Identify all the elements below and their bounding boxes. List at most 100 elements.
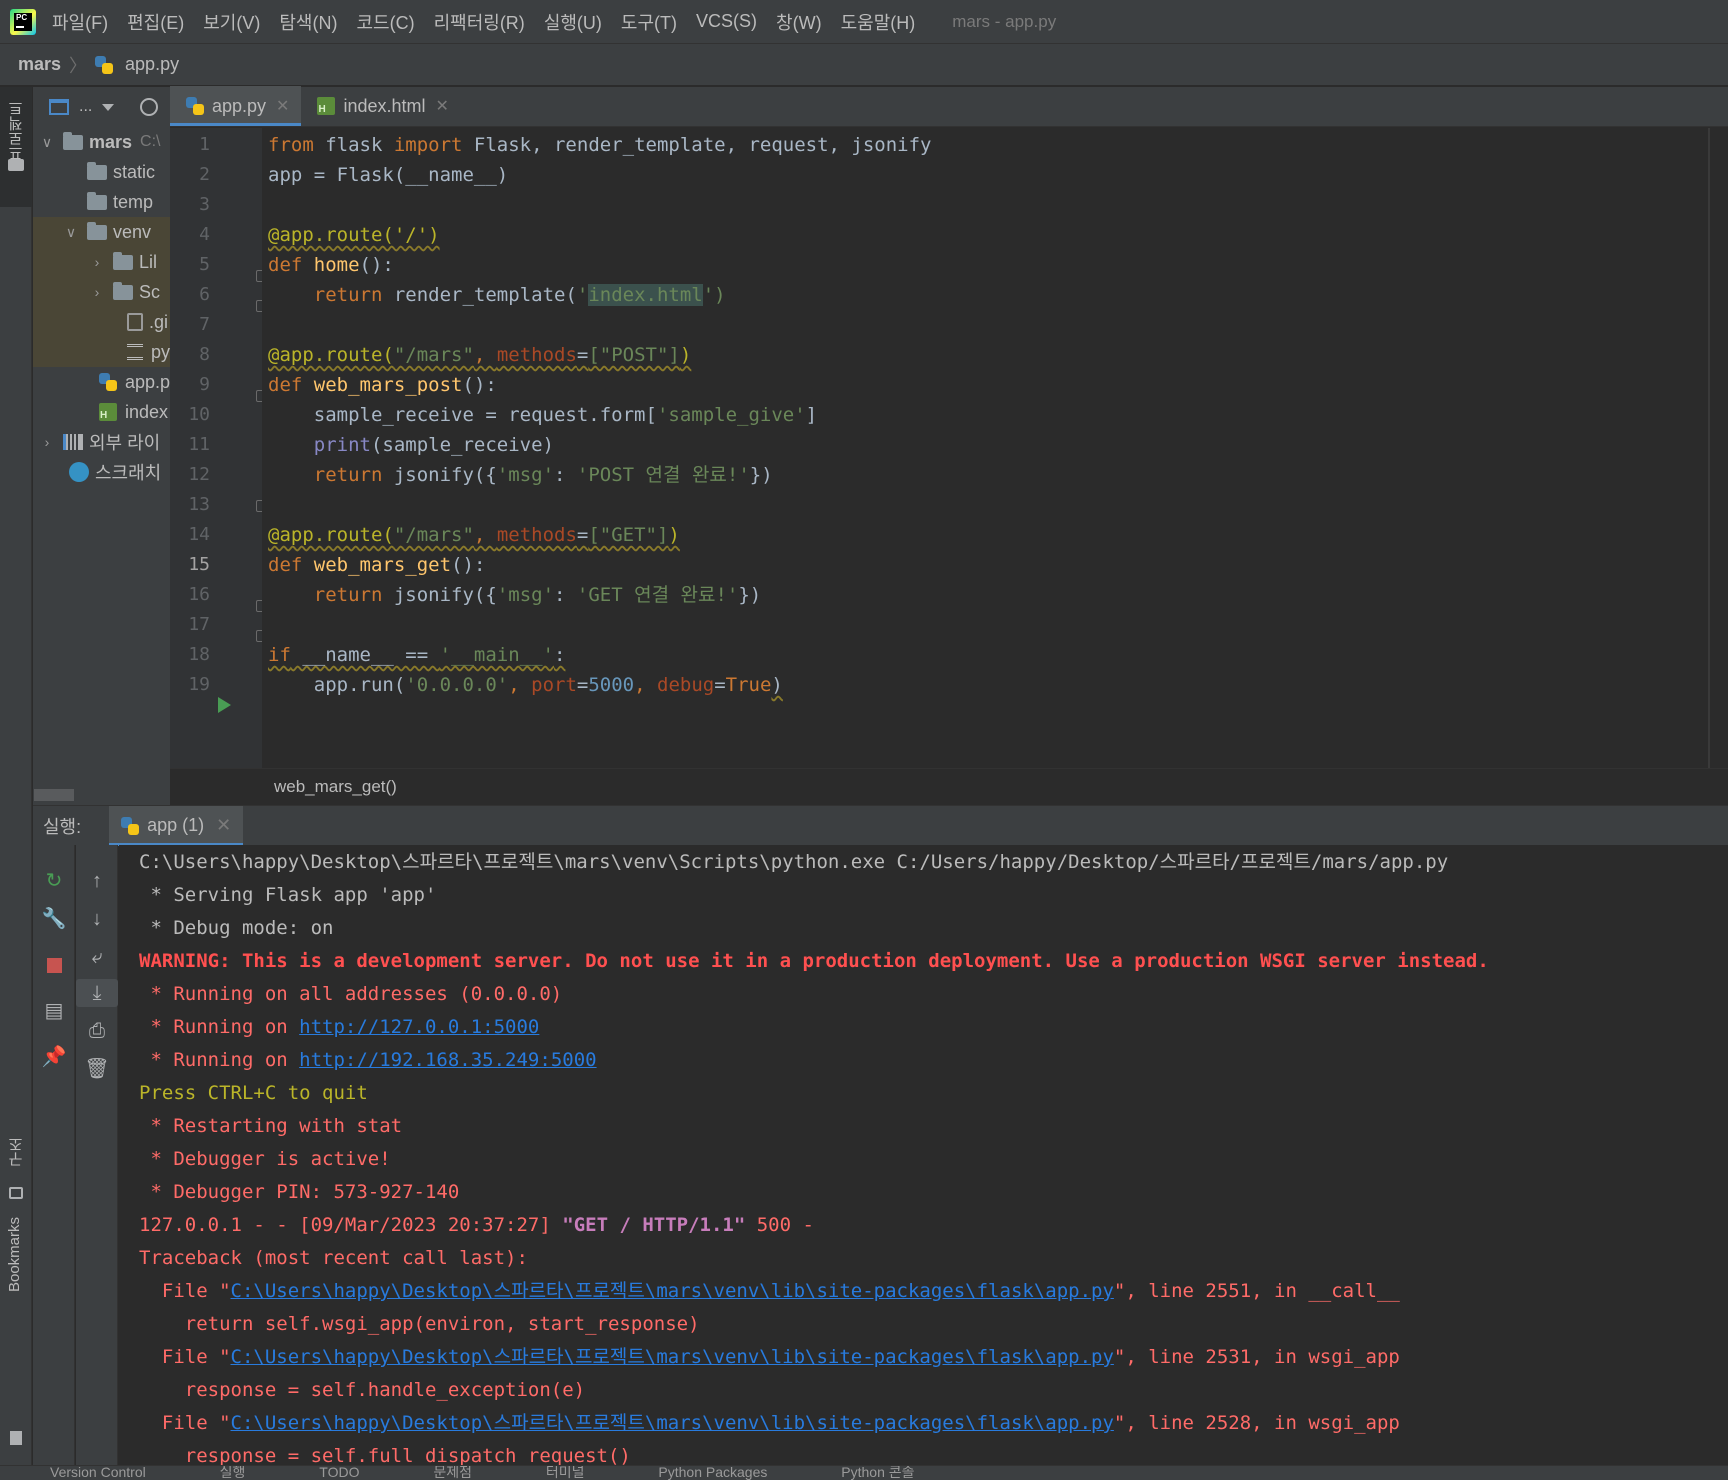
project-view-icon[interactable] xyxy=(49,99,69,115)
tree-item-pyvenv[interactable]: py xyxy=(33,337,170,367)
chevron-down-icon[interactable] xyxy=(102,103,115,111)
structure-icon xyxy=(9,1187,23,1199)
close-icon[interactable]: ✕ xyxy=(216,815,231,836)
pycharm-logo-icon[interactable]: PC xyxy=(10,8,36,35)
tree-item-lib[interactable]: › Lil xyxy=(33,247,170,277)
menu-vcs[interactable]: VCS(S) xyxy=(696,11,757,32)
pin-icon[interactable]: 📌 xyxy=(33,1043,75,1071)
tree-item-venv[interactable]: ∨ venv xyxy=(33,217,170,247)
menu-refactor[interactable]: 리팩터링(R) xyxy=(434,9,525,35)
token: 'msg' xyxy=(496,584,555,606)
stop-icon[interactable] xyxy=(33,951,75,979)
traceback-file-link[interactable]: C:\Users\happy\Desktop\스파르타\프로젝트\mars\ve… xyxy=(231,1412,1114,1434)
menu-edit[interactable]: 편집(E) xyxy=(127,9,184,35)
token: : xyxy=(554,464,577,486)
editor-breadcrumb[interactable]: web_mars_get() xyxy=(170,768,1728,804)
traceback-file-link[interactable]: C:\Users\happy\Desktop\스파르타\프로젝트\mars\ve… xyxy=(231,1346,1114,1368)
close-icon[interactable]: ✕ xyxy=(276,96,289,116)
tree-item-scratches[interactable]: 스크래치 xyxy=(69,457,161,487)
rerun-icon[interactable]: ↻ xyxy=(33,867,75,895)
menu-window[interactable]: 창(W) xyxy=(776,9,822,35)
menu-file[interactable]: 파일(F) xyxy=(52,9,108,35)
locate-target-icon[interactable] xyxy=(140,98,159,116)
tool-window-problems[interactable]: 문제점 xyxy=(433,1466,472,1480)
console-text: * Running on xyxy=(139,1016,300,1038)
menu-run[interactable]: 실행(U) xyxy=(544,9,602,35)
close-icon[interactable]: ✕ xyxy=(436,96,449,116)
token: @app.route('/') xyxy=(268,224,440,246)
console-line: File "C:\Users\happy\Desktop\스파르타\프로젝트\m… xyxy=(139,1407,1400,1440)
menu-help[interactable]: 도움말(H) xyxy=(841,9,916,35)
run-tab-label: app (1) xyxy=(147,815,205,835)
run-panel-title: 실행: xyxy=(43,816,82,837)
arrow-up-icon[interactable]: ↑ xyxy=(76,867,118,895)
code-editor[interactable]: from flask import Flask, render_template… xyxy=(262,128,1710,768)
console-link[interactable]: http://192.168.35.249:5000 xyxy=(299,1049,596,1071)
tree-item-static[interactable]: static xyxy=(87,157,155,187)
structure-tool-label[interactable]: 구조 xyxy=(6,1137,27,1167)
tree-item-gitignore[interactable]: .gi xyxy=(33,307,170,337)
tree-item-mars[interactable]: ∨ mars C:\ xyxy=(39,127,160,157)
token: return xyxy=(313,284,383,306)
html-file-icon xyxy=(99,403,117,421)
code-line-19: app.run('0.0.0.0', port=5000, debug=True… xyxy=(268,670,783,700)
tree-item-label: app.p xyxy=(125,371,170,392)
menu-tools[interactable]: 도구(T) xyxy=(621,9,677,35)
soft-wrap-icon[interactable]: ⤶ xyxy=(76,943,118,971)
token: = xyxy=(576,344,589,366)
chevron-right-icon[interactable]: › xyxy=(39,434,55,450)
breadcrumb: mars 〉 app.py xyxy=(0,44,1728,86)
menu-navigate[interactable]: 탐색(N) xyxy=(279,9,337,35)
arrow-down-icon[interactable]: ↓ xyxy=(76,905,118,933)
trash-icon[interactable]: 🗑 xyxy=(76,1055,118,1083)
tool-window-todo[interactable]: TODO xyxy=(319,1466,359,1480)
project-tool-label[interactable]: 프로젝트 xyxy=(6,101,27,161)
tab-app-py[interactable]: app.py ✕ xyxy=(170,86,302,126)
console-line: * Debugger is active! xyxy=(139,1148,391,1170)
chevron-down-icon[interactable]: ∨ xyxy=(39,134,55,151)
editor-scrollbar[interactable] xyxy=(1712,128,1728,768)
tool-window-python-console[interactable]: Python 콘솔 xyxy=(841,1466,914,1480)
tool-window-run[interactable]: 실행 xyxy=(220,1466,246,1480)
tree-item-external-libraries[interactable]: › 외부 라이 xyxy=(39,427,161,457)
bookmarks-tool-label[interactable]: Bookmarks xyxy=(6,1217,23,1292)
console-link[interactable]: http://127.0.0.1:5000 xyxy=(299,1016,539,1038)
breadcrumb-project[interactable]: mars xyxy=(18,54,61,75)
project-hscrollbar[interactable] xyxy=(34,789,74,801)
tool-window-python-packages[interactable]: Python Packages xyxy=(658,1466,767,1480)
tree-item-index-html[interactable]: index xyxy=(99,397,168,427)
chevron-down-icon[interactable]: ∨ xyxy=(63,224,79,241)
project-view-dropdown[interactable]: ... xyxy=(79,98,92,116)
menu-bar: PC 파일(F) 편집(E) 보기(V) 탐색(N) 코드(C) 리팩터링(R)… xyxy=(0,0,1728,44)
wrench-icon[interactable]: 🔧 xyxy=(33,905,75,933)
menu-view[interactable]: 보기(V) xyxy=(203,9,260,35)
traceback-file-link[interactable]: C:\Users\happy\Desktop\스파르타\프로젝트\mars\ve… xyxy=(231,1280,1114,1302)
token: jsonify({ xyxy=(393,584,497,606)
run-tab-app[interactable]: app (1) ✕ xyxy=(109,805,244,846)
scroll-to-end-icon[interactable]: ⤓ xyxy=(76,979,118,1007)
tree-item-scripts[interactable]: › Sc xyxy=(33,277,170,307)
tree-item-templates[interactable]: temp xyxy=(87,187,153,217)
layout-icon[interactable]: ▤ xyxy=(33,997,75,1025)
tool-window-version-control[interactable]: Version Control xyxy=(50,1466,146,1480)
token: port xyxy=(531,674,577,696)
tool-window-terminal[interactable]: 터미널 xyxy=(546,1466,585,1480)
line-number: 5 xyxy=(199,254,210,275)
folder-icon xyxy=(8,159,24,171)
tree-item-app-py[interactable]: app.p xyxy=(99,367,170,397)
console-line: * Running on http://127.0.0.1:5000 xyxy=(139,1011,539,1044)
breadcrumb-file[interactable]: app.py xyxy=(125,54,179,75)
menu-code[interactable]: 코드(C) xyxy=(356,9,414,35)
chevron-right-icon[interactable]: › xyxy=(89,284,105,300)
tab-index-html[interactable]: index.html ✕ xyxy=(301,86,460,126)
code-line-14: @app.route("/mars", methods=["GET"]) xyxy=(268,520,680,550)
token: : xyxy=(554,644,566,666)
run-arrow-icon[interactable] xyxy=(218,697,231,713)
print-icon[interactable]: ⎙ xyxy=(76,1017,118,1045)
chevron-right-icon[interactable]: › xyxy=(89,254,105,270)
run-console-output[interactable]: C:\Users\happy\Desktop\스파르타\프로젝트\mars\ve… xyxy=(119,845,1728,1465)
tree-item-label: venv xyxy=(113,221,152,242)
console-line: * Running on all addresses (0.0.0.0) xyxy=(139,983,563,1005)
token: }) xyxy=(738,584,762,606)
console-line: response = self.handle_exception(e) xyxy=(139,1379,586,1401)
